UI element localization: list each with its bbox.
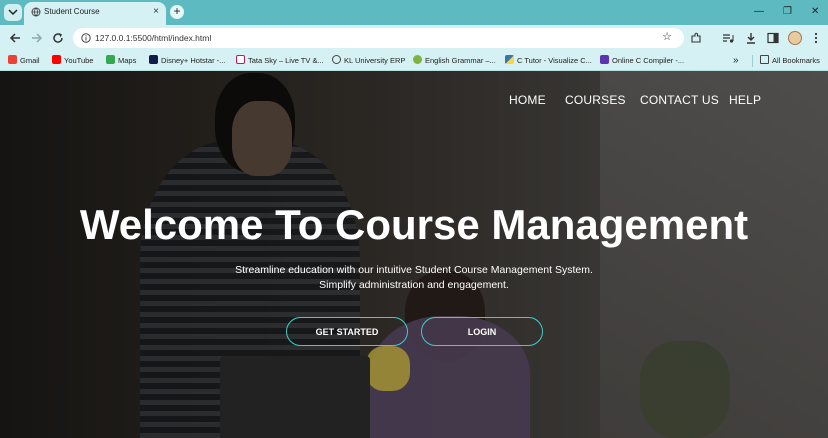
compiler-icon — [600, 55, 609, 64]
new-tab-button[interactable]: + — [170, 5, 184, 19]
all-bookmarks-button[interactable]: All Bookmarks — [760, 55, 820, 67]
hero-subtitle-line2: Simplify administration and engagement. — [319, 279, 509, 291]
bookmark-kl-erp[interactable]: KL University ERP — [332, 55, 405, 67]
folder-icon — [760, 55, 769, 64]
globe-icon — [332, 55, 341, 64]
back-arrow-icon[interactable] — [8, 31, 22, 45]
bookmark-gmail[interactable]: Gmail — [8, 55, 40, 67]
profile-avatar[interactable] — [788, 31, 802, 45]
nav-home[interactable]: HOME — [509, 93, 546, 107]
reload-icon[interactable] — [51, 31, 65, 45]
bookmark-ctutor[interactable]: C Tutor - Visualize C... — [505, 55, 592, 67]
tab-search-button[interactable] — [4, 4, 22, 21]
tab-strip: Student Course × + — ❐ ✕ — [0, 0, 828, 25]
minimize-button[interactable]: — — [754, 6, 764, 18]
bookmark-star-icon[interactable]: ☆ — [662, 31, 672, 43]
python-icon — [505, 55, 514, 64]
bookmark-compiler[interactable]: Online C Compiler -... — [600, 55, 684, 67]
bookmark-youtube[interactable]: YouTube — [52, 55, 93, 67]
tatasky-icon — [236, 55, 245, 64]
nav-courses[interactable]: COURSES — [565, 93, 626, 107]
close-tab-icon[interactable]: × — [153, 6, 159, 18]
youtube-icon — [52, 55, 61, 64]
restore-button[interactable]: ❐ — [783, 6, 792, 18]
nav-help[interactable]: HELP — [729, 93, 761, 107]
hero-section: HOME COURSES CONTACT US HELP Welcome To … — [0, 71, 828, 438]
side-panel-icon[interactable] — [767, 32, 779, 44]
gmail-icon — [8, 55, 17, 64]
browser-tab[interactable]: Student Course × — [24, 2, 166, 25]
download-icon[interactable] — [745, 32, 757, 44]
more-menu-icon[interactable] — [810, 32, 822, 44]
maps-icon — [106, 55, 115, 64]
grammar-icon — [413, 55, 422, 64]
bookmarks-overflow-button[interactable]: » — [733, 55, 739, 67]
bookmark-grammar[interactable]: English Grammar –... — [413, 55, 496, 67]
globe-icon — [31, 7, 41, 17]
get-started-button[interactable]: GET STARTED — [286, 317, 408, 346]
bookmark-tatasky[interactable]: Tata Sky – Live TV &... — [236, 55, 324, 67]
address-bar[interactable]: 127.0.0.1:5500/html/index.html ☆ — [73, 28, 684, 48]
bookmark-maps[interactable]: Maps — [106, 55, 136, 67]
bookmark-hotstar[interactable]: Disney+ Hotstar -... — [149, 55, 225, 67]
url-text[interactable]: 127.0.0.1:5500/html/index.html — [95, 33, 211, 43]
browser-toolbar: 127.0.0.1:5500/html/index.html ☆ — [0, 25, 828, 51]
bookmarks-bar: Gmail YouTube Maps Disney+ Hotstar -... … — [0, 51, 828, 71]
login-button[interactable]: LOGIN — [421, 317, 543, 346]
extensions-icon[interactable] — [690, 32, 702, 44]
forward-arrow-icon[interactable] — [30, 31, 44, 45]
hero-subtitle-line1: Streamline education with our intuitive … — [235, 264, 593, 276]
close-window-button[interactable]: ✕ — [811, 6, 819, 18]
hotstar-icon — [149, 55, 158, 64]
hero-title: Welcome To Course Management — [79, 201, 749, 248]
media-control-icon[interactable] — [722, 32, 734, 44]
bookmark-divider — [752, 55, 753, 67]
site-info-icon[interactable] — [81, 33, 91, 43]
chevron-down-icon — [8, 9, 18, 16]
nav-contact-us[interactable]: CONTACT US — [640, 93, 719, 107]
background-overlay — [0, 71, 828, 438]
tab-title: Student Course — [44, 7, 100, 16]
